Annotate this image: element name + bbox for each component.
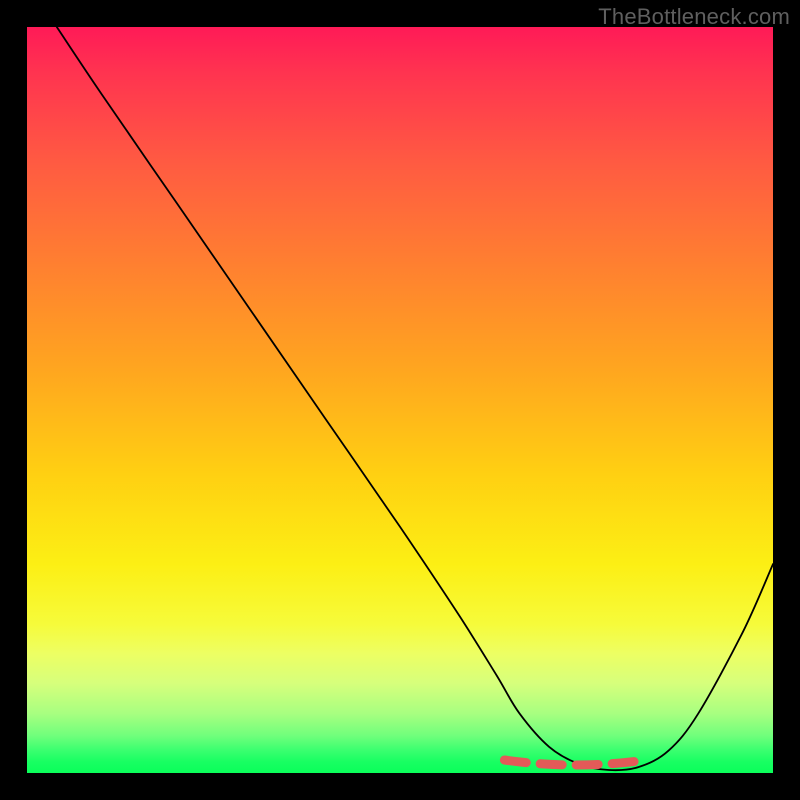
- bottleneck-curve: [57, 27, 773, 770]
- chart-svg: [27, 27, 773, 773]
- optimal-range-marker: [504, 760, 646, 765]
- plot-area: [27, 27, 773, 773]
- watermark-text: TheBottleneck.com: [598, 4, 790, 30]
- chart-frame: TheBottleneck.com: [0, 0, 800, 800]
